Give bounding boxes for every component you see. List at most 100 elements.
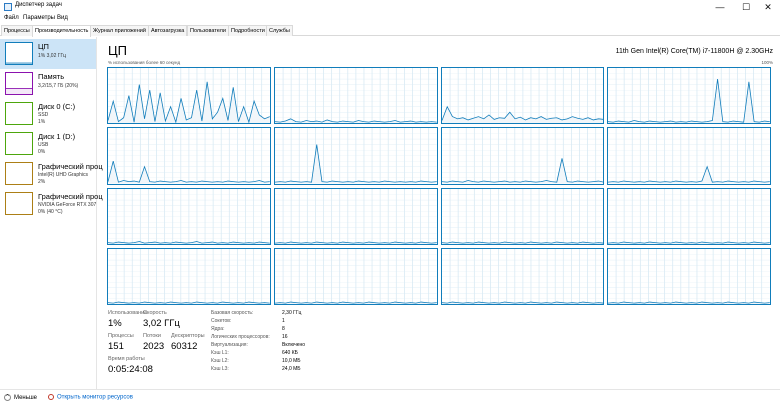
spec-value: 24,0 МБ xyxy=(282,366,301,372)
fewer-details-button[interactable]: ^ Меньше xyxy=(4,394,37,401)
sidebar-item-label: Графический проц xyxy=(38,162,103,171)
logical-processor-graph xyxy=(607,247,771,305)
utilization-max: 100% xyxy=(761,60,773,65)
handles-value: 60312 xyxy=(171,341,198,352)
close-button[interactable]: ✕ xyxy=(756,0,780,14)
spec-label: Ядра: xyxy=(211,326,225,332)
sidebar-item-usage: 1% xyxy=(38,119,46,125)
gpu-graph-icon xyxy=(5,192,33,215)
sidebar-item-disk1[interactable]: Диск 1 (D:) USB 0% xyxy=(0,129,96,159)
logical-processor-graph xyxy=(440,67,605,125)
logical-processor-graph xyxy=(607,187,771,245)
logical-processor-graph xyxy=(273,187,438,245)
minimize-button[interactable]: — xyxy=(708,0,732,14)
cpu-stats: Использование 1% Скорость 3,02 ГГц Проце… xyxy=(105,309,775,384)
threads-value: 2023 xyxy=(143,341,165,352)
menu-options[interactable]: Параметры xyxy=(23,15,55,21)
tab-bar: Процессы Производительность Журнал прило… xyxy=(0,24,780,37)
task-manager-icon xyxy=(4,3,12,11)
tab-details[interactable]: Подробности xyxy=(228,25,268,36)
uptime-value: 0:05:24:08 xyxy=(108,364,153,375)
tab-app-history[interactable]: Журнал приложений xyxy=(90,25,149,36)
spec-label: Логических процессоров: xyxy=(211,334,270,340)
disk-graph-icon xyxy=(5,102,33,125)
spec-value: 10,0 МБ xyxy=(282,358,301,364)
window-title: Диспетчер задач xyxy=(15,2,62,8)
spec-value: 2,30 ГГц xyxy=(282,310,302,316)
spec-value: 16 xyxy=(282,334,288,340)
sidebar-item-label: Графический проц xyxy=(38,192,103,201)
resource-monitor-icon xyxy=(48,394,54,400)
gpu-graph-icon xyxy=(5,162,33,185)
sidebar-item-usage: 2% xyxy=(38,179,46,185)
spec-value: 1 xyxy=(282,318,285,324)
menu-file[interactable]: Файл xyxy=(4,15,19,21)
logical-processor-graph xyxy=(273,127,438,185)
bottom-bar: ^ Меньше Открыть монитор ресурсов xyxy=(0,389,780,406)
logical-processor-graph xyxy=(607,67,771,125)
sidebar-item-gpu1[interactable]: Графический проц NVIDIA GeForce RTX 307 … xyxy=(0,189,103,219)
cpu-model: 11th Gen Intel(R) Core(TM) i7-11800H @ 2… xyxy=(615,48,773,55)
threads-label: Потоки xyxy=(143,333,161,339)
spec-value: Включено xyxy=(282,342,306,348)
logical-processor-graph xyxy=(107,127,271,185)
logical-processor-graph xyxy=(273,247,438,305)
spec-label: Виртуализация: xyxy=(211,342,248,348)
tab-processes[interactable]: Процессы xyxy=(1,25,33,36)
sidebar-item-usage: 0% (40 °C) xyxy=(38,209,63,215)
resource-monitor-label: Открыть монитор ресурсов xyxy=(57,394,133,401)
utilization-caption: % использования более 60 секунд xyxy=(108,60,181,65)
menu-view[interactable]: Вид xyxy=(57,15,68,21)
maximize-button[interactable]: ☐ xyxy=(734,0,758,14)
logical-processor-graph xyxy=(273,67,438,125)
tab-services[interactable]: Службы xyxy=(266,25,293,36)
sidebar-item-gpu0[interactable]: Графический проц Intel(R) UHD Graphics 2… xyxy=(0,159,103,189)
spec-label: Кэш L1: xyxy=(211,350,229,356)
spec-label: Сокетов: xyxy=(211,318,232,324)
sidebar-item-disk0[interactable]: Диск 0 (C:) SSD 1% xyxy=(0,99,96,129)
chevron-up-icon: ^ xyxy=(4,394,11,401)
menu-bar: Файл Параметры Вид xyxy=(0,14,780,24)
uptime-label: Время работы xyxy=(108,356,145,362)
sidebar-item-detail: 3,2/15,7 ГБ (20%) xyxy=(38,83,79,89)
spec-label: Базовая скорость: xyxy=(211,310,254,316)
tab-startup[interactable]: Автозагрузка xyxy=(148,25,188,36)
page-title: ЦП xyxy=(108,43,127,58)
spec-value: 8 xyxy=(282,326,285,332)
memory-graph-icon xyxy=(5,72,33,95)
logical-processor-graph xyxy=(607,127,771,185)
sidebar-item-detail: Intel(R) UHD Graphics xyxy=(38,172,89,178)
spec-label: Кэш L2: xyxy=(211,358,229,364)
tab-performance[interactable]: Производительность xyxy=(32,25,92,37)
resource-monitor-link[interactable]: Открыть монитор ресурсов xyxy=(48,394,133,401)
tab-users[interactable]: Пользователи xyxy=(187,25,229,36)
processes-label: Процессы xyxy=(108,333,134,339)
logical-processor-graph xyxy=(107,67,271,125)
title-bar: Диспетчер задач — ☐ ✕ xyxy=(0,0,780,14)
sidebar-item-memory[interactable]: Память 3,2/15,7 ГБ (20%) xyxy=(0,69,96,99)
sidebar-item-detail: SSD xyxy=(38,112,49,118)
sidebar-item-usage: 0% xyxy=(38,149,46,155)
sidebar-item-detail: NVIDIA GeForce RTX 307 xyxy=(38,202,97,208)
sidebar-item-label: Память xyxy=(38,72,65,81)
utilization-value: 1% xyxy=(108,318,122,329)
sidebar-item-detail: 1% 3,02 ГГц xyxy=(38,53,67,59)
sidebar-item-label: Диск 0 (C:) xyxy=(38,102,76,111)
fewer-details-label: Меньше xyxy=(14,395,37,402)
speed-value: 3,02 ГГц xyxy=(143,318,180,329)
task-manager-window: Диспетчер задач — ☐ ✕ Файл Параметры Вид… xyxy=(0,0,780,406)
logical-processor-graph xyxy=(440,247,605,305)
logical-processor-graph xyxy=(440,187,605,245)
logical-processor-graphs[interactable] xyxy=(107,67,771,337)
sidebar-item-detail: USB xyxy=(38,142,49,148)
spec-label: Кэш L3: xyxy=(211,366,229,372)
sidebar-item-label: Диск 1 (D:) xyxy=(38,132,76,141)
speed-label: Скорость xyxy=(143,310,167,316)
sidebar: ЦП 1% 3,02 ГГц Память 3,2/15,7 ГБ (20%) … xyxy=(0,37,103,389)
utilization-label: Использование xyxy=(108,310,148,316)
cpu-graph-icon xyxy=(5,42,33,65)
logical-processor-graph xyxy=(107,247,271,305)
logical-processor-graph xyxy=(107,187,271,245)
sidebar-item-cpu[interactable]: ЦП 1% 3,02 ГГц xyxy=(0,39,96,69)
handles-label: Дескрипторы xyxy=(171,333,205,339)
